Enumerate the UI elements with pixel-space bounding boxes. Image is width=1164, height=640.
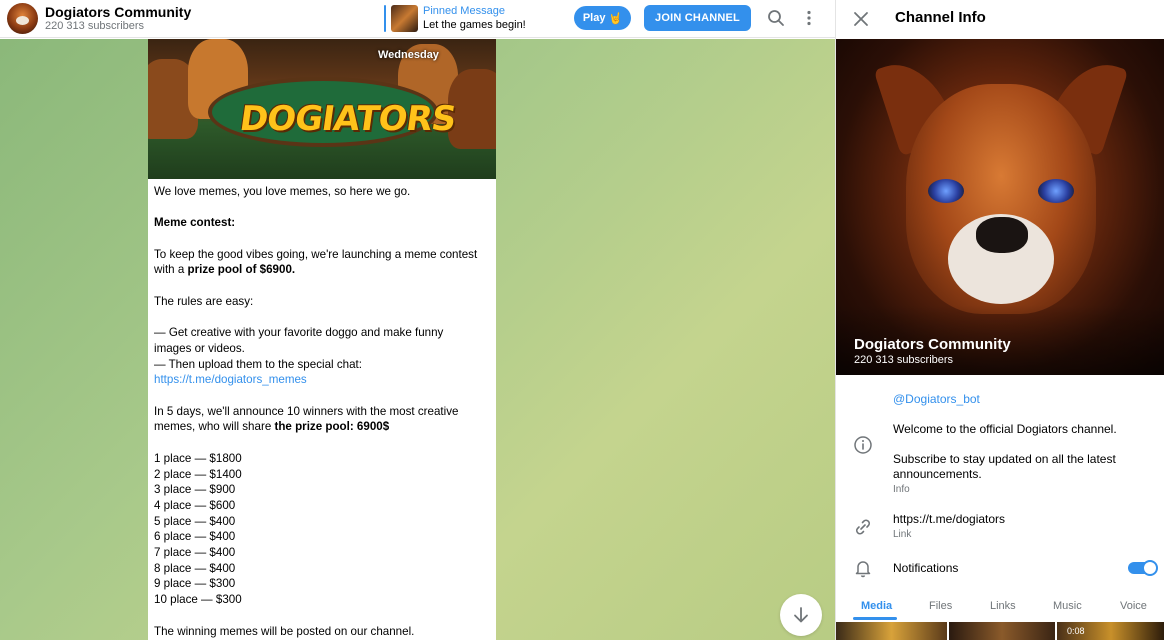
more-vertical-icon[interactable] (799, 8, 819, 28)
channel-info-panel: Channel Info Dogiators Community 220 313… (835, 0, 1164, 640)
post-text: We love memes, you love memes, so here w… (154, 184, 492, 639)
pinned-thumbnail (391, 5, 418, 32)
prize-place: 1 place — $1800 (154, 451, 242, 465)
channel-description: Welcome to the official Dogiators channe… (893, 422, 1117, 436)
post-line: In 5 days, we'll announce 10 winners wit… (154, 404, 459, 418)
media-grid: 0:08 (836, 622, 1164, 640)
notifications-label: Notifications (893, 561, 959, 575)
dogiators-logo: DOGIATORS (237, 99, 458, 139)
prize-place: 7 place — $400 (154, 546, 236, 560)
pinned-message[interactable]: Pinned Message Let the games begin! (384, 4, 554, 34)
tab-music[interactable]: Music (1053, 600, 1082, 612)
prize-place: 3 place — $900 (154, 483, 236, 497)
dog-eye (1038, 179, 1074, 203)
rock-hand-icon: 🤘 (608, 12, 623, 25)
channel-post: DOGIATORS Wednesday We love memes, you l… (148, 39, 496, 640)
dog-eye (928, 179, 964, 203)
chat-area[interactable]: DOGIATORS Wednesday We love memes, you l… (0, 39, 835, 640)
post-line: We love memes, you love memes, so here w… (154, 185, 411, 198)
channel-avatar[interactable] (7, 3, 38, 34)
dog-nose (976, 217, 1028, 253)
channel-title[interactable]: Dogiators Community (45, 4, 191, 20)
profile-subscribers: 220 313 subscribers (854, 354, 954, 366)
prize-place: 2 place — $1400 (154, 467, 242, 481)
prize-place: 5 place — $400 (154, 514, 236, 528)
contest-heading: Meme contest: (154, 216, 236, 230)
chat-header: Dogiators Community 220 313 subscribers … (0, 0, 835, 38)
pinned-text: Let the games begin! (423, 19, 526, 31)
video-duration: 0:08 (1067, 626, 1085, 636)
panel-title: Channel Info (895, 9, 986, 26)
play-label: Play (582, 12, 606, 24)
search-icon[interactable] (766, 8, 786, 28)
active-tab-indicator (853, 617, 897, 620)
date-badge: Wednesday (378, 49, 439, 61)
tab-files[interactable]: Files (929, 600, 952, 612)
prize-line: with a prize pool of $6900. (154, 263, 296, 277)
notifications-toggle[interactable] (1128, 560, 1158, 576)
post-line: — Get creative with your favorite doggo … (154, 326, 444, 340)
channel-link[interactable]: https://t.me/dogiators (893, 512, 1153, 527)
link-icon (856, 519, 870, 535)
arrow-down-icon (794, 607, 808, 623)
post-line: images or videos. (154, 341, 245, 355)
channel-profile-photo[interactable]: Dogiators Community 220 313 subscribers (836, 39, 1164, 375)
meme-chat-link[interactable]: https://t.me/dogiators_memes (154, 373, 307, 386)
media-thumbnail[interactable] (836, 622, 947, 640)
info-icon (854, 436, 872, 454)
channel-subscriber-count: 220 313 subscribers (45, 20, 145, 32)
post-line: The rules are easy: (154, 294, 254, 308)
prize-place: 6 place — $400 (154, 530, 236, 544)
profile-name: Dogiators Community (854, 336, 1011, 353)
prize-place: 10 place — $300 (154, 593, 242, 607)
tab-voice[interactable]: Voice (1120, 600, 1147, 612)
channel-description-more: Subscribe to stay updated on all the lat… (893, 452, 1116, 481)
pinned-title: Pinned Message (423, 5, 505, 17)
media-tabs: Media Files Links Music Voice (836, 596, 1164, 620)
post-image[interactable]: DOGIATORS Wednesday (148, 39, 496, 179)
info-caption: Info (893, 484, 910, 495)
tab-media[interactable]: Media (861, 600, 892, 612)
bot-handle-link[interactable]: @Dogiators_bot (893, 392, 1153, 407)
media-thumbnail[interactable] (949, 622, 1055, 640)
pinned-indicator (384, 5, 386, 32)
bell-icon (855, 561, 871, 578)
prize-place: 8 place — $400 (154, 561, 236, 575)
join-channel-button[interactable]: JOIN CHANNEL (644, 5, 751, 31)
link-caption: Link (893, 529, 912, 540)
scroll-down-button[interactable] (780, 594, 822, 636)
panel-header: Channel Info (836, 0, 1164, 38)
close-icon[interactable] (852, 10, 870, 28)
post-line: The winning memes will be posted on our … (154, 624, 415, 638)
prize-place: 4 place — $600 (154, 498, 236, 512)
tab-links[interactable]: Links (990, 600, 1016, 612)
winners-line: memes, who will share the prize pool: 69… (154, 420, 390, 434)
post-line: To keep the good vibes going, we're laun… (154, 247, 478, 261)
prize-place: 9 place — $300 (154, 577, 236, 591)
post-line: — Then upload them to the special chat: (154, 357, 362, 371)
play-button[interactable]: Play 🤘 (574, 6, 631, 30)
